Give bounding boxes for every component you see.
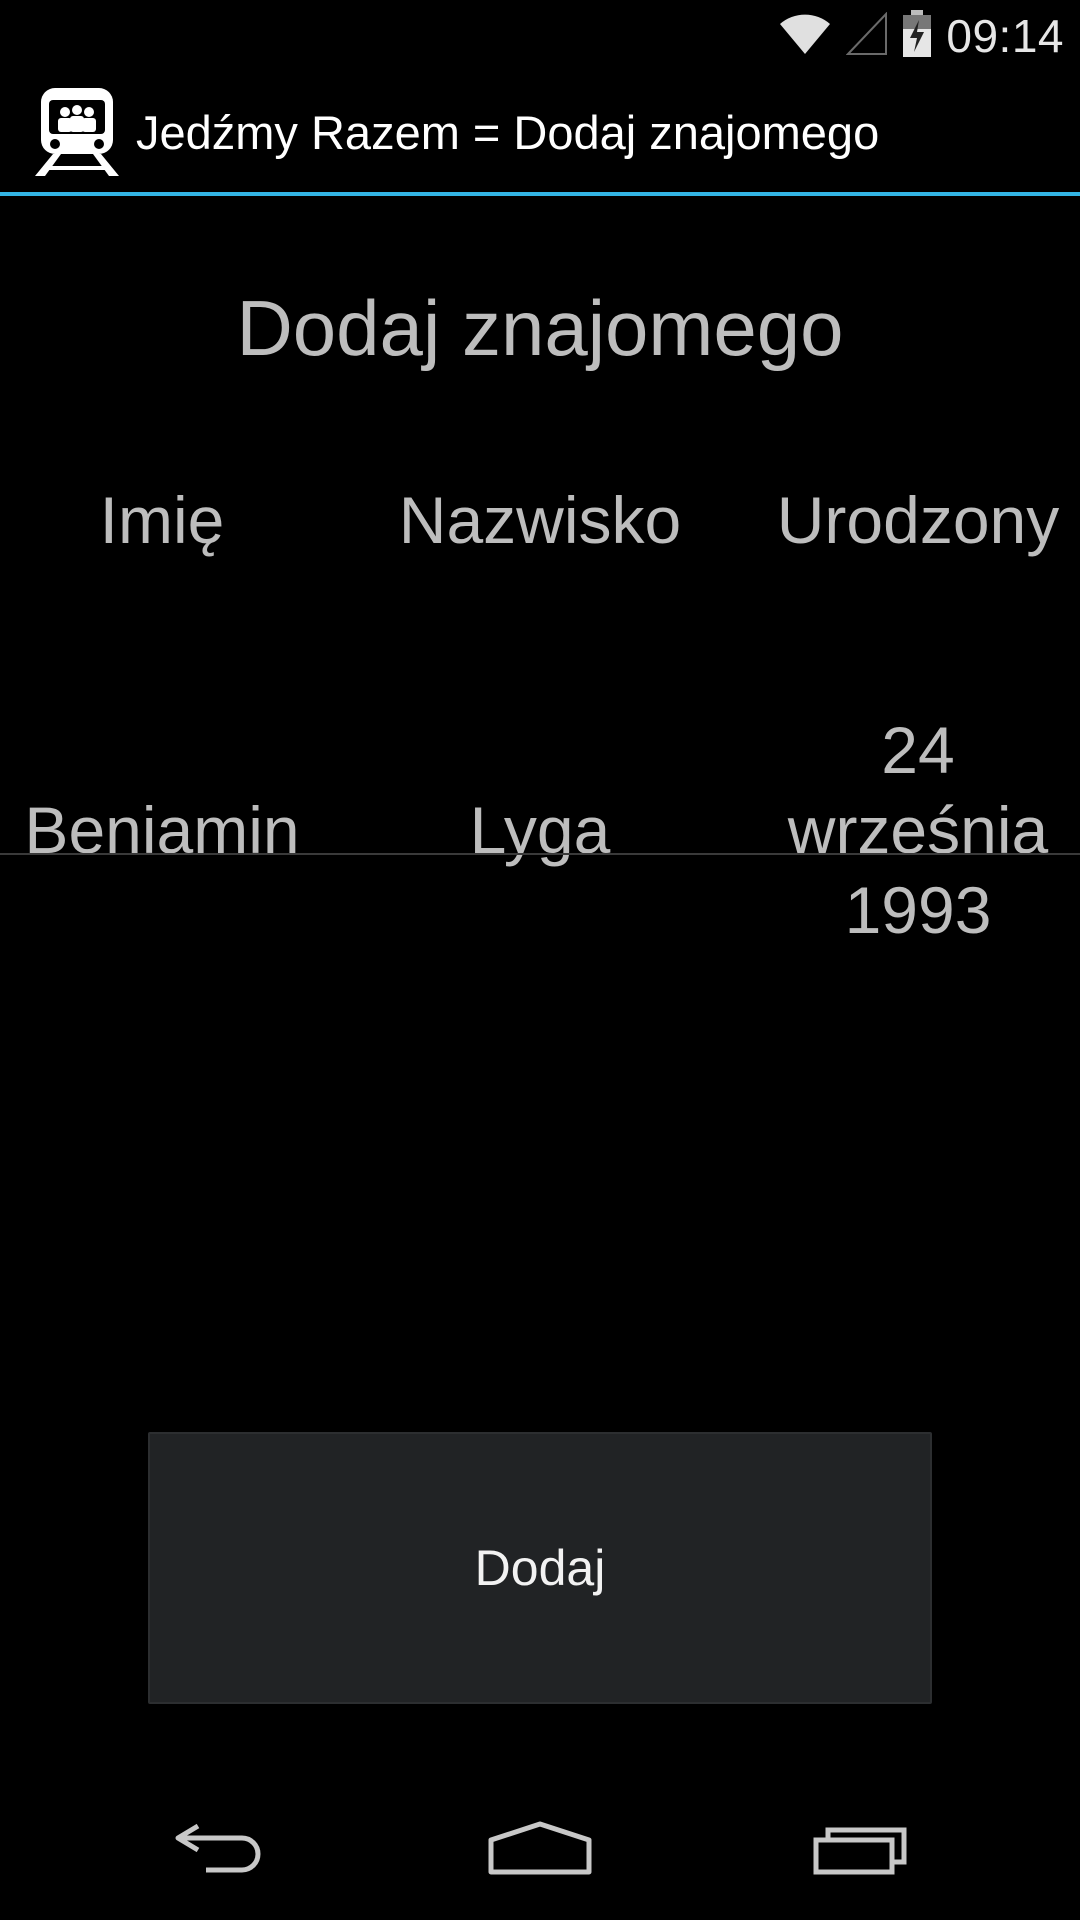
row-divider: [0, 853, 1080, 855]
table-row[interactable]: Beniamin Lyga 24 września 1993: [0, 710, 1080, 950]
train-icon[interactable]: [30, 85, 124, 179]
last-name-cell: Lyga: [469, 793, 611, 867]
column-header-last-name: Nazwisko: [398, 483, 682, 557]
back-icon[interactable]: [120, 1776, 320, 1920]
column-header-birth-date: Urodzony: [776, 483, 1060, 557]
wifi-icon: [778, 12, 832, 61]
table-header-row: Imię Nazwisko Urodzony: [0, 470, 1080, 570]
screen: 09:14 Jedźmy Razem = Dodaj znajomego Dod…: [0, 0, 1080, 1920]
home-icon[interactable]: [440, 1776, 640, 1920]
birth-date-cell: 24 września 1993: [756, 710, 1080, 950]
status-bar: 09:14: [0, 0, 1080, 72]
add-button[interactable]: Dodaj: [148, 1432, 932, 1704]
page-title: Dodaj znajomego: [236, 284, 844, 372]
birth-date-day: 24: [881, 713, 955, 787]
status-time: 09:14: [946, 10, 1064, 62]
navigation-bar: [0, 1776, 1080, 1920]
battery-charging-icon: [902, 9, 932, 63]
birth-date-year: 1993: [844, 873, 992, 947]
column-header-first-name: Imię: [99, 483, 225, 557]
cell-signal-icon: [846, 10, 888, 61]
friend-table: Imię Nazwisko Urodzony Beniamin Lyga 24 …: [0, 470, 1080, 950]
status-icons: 09:14: [778, 0, 1064, 72]
action-bar: Jedźmy Razem = Dodaj znajomego: [0, 72, 1080, 196]
birth-date-month: września: [787, 793, 1049, 867]
app-title: Jedźmy Razem = Dodaj znajomego: [136, 105, 880, 159]
first-name-cell: Beniamin: [24, 793, 300, 867]
recents-icon[interactable]: [762, 1776, 962, 1920]
